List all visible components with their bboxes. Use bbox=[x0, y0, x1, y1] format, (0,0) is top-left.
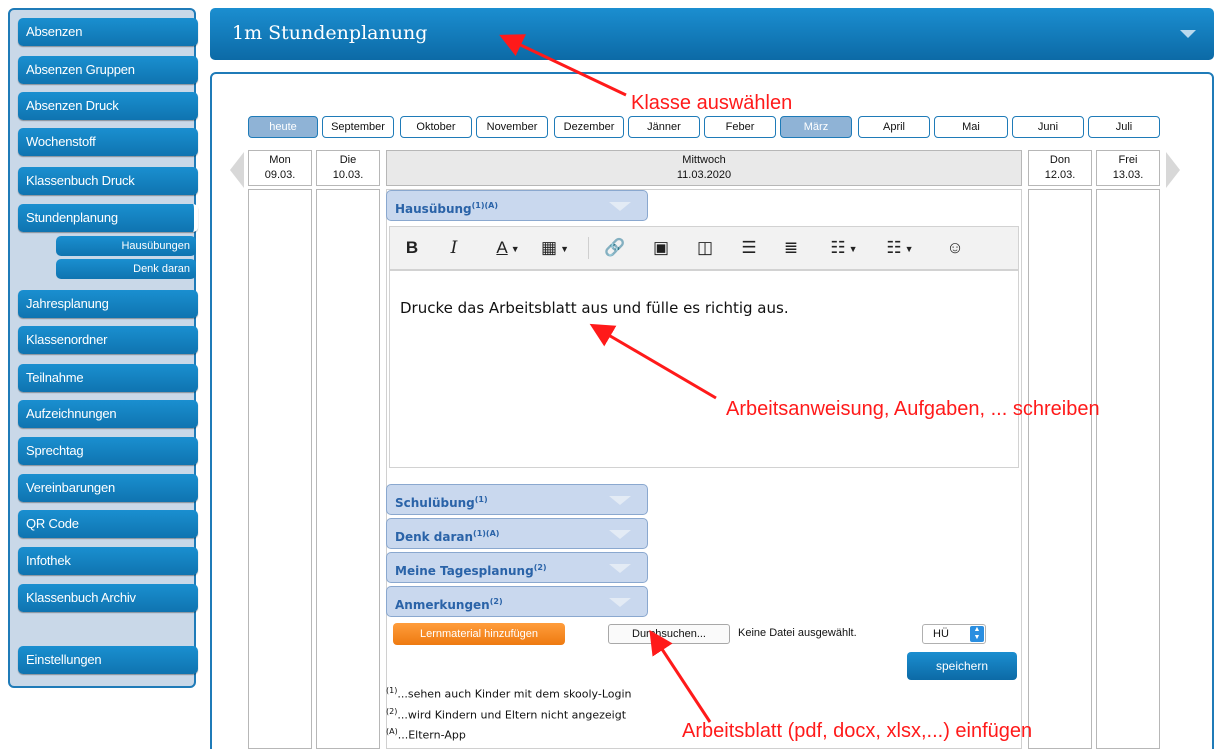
arrow-to-editor bbox=[589, 323, 717, 400]
annotation-arbeitsblatt: Arbeitsblatt (pdf, docx, xlsx,...) einfü… bbox=[682, 720, 1033, 742]
arrow-to-browse-button bbox=[649, 629, 712, 723]
annotation-arbeitsanweisung: Arbeitsanweisung, Aufgaben, ... schreibe… bbox=[726, 398, 1100, 420]
arrow-to-class-header bbox=[499, 34, 627, 97]
annotation-klasse-auswaehlen: Klasse auswählen bbox=[631, 92, 793, 114]
annotation-arrows bbox=[499, 34, 717, 723]
